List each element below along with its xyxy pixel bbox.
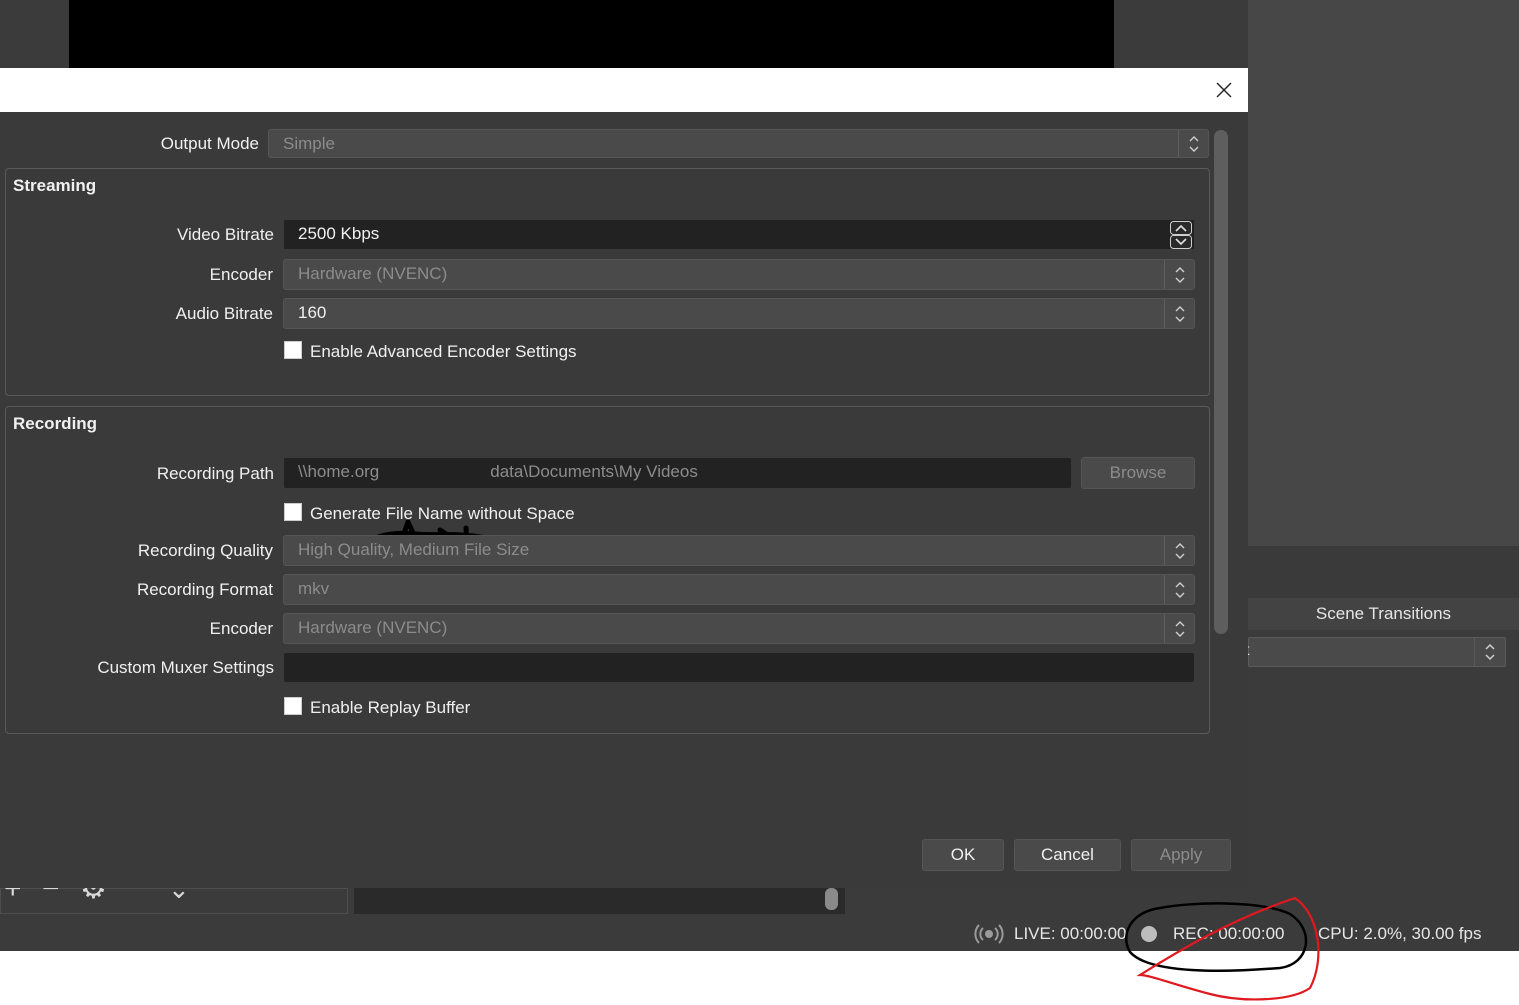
spinner-arrows-icon — [1170, 221, 1192, 249]
streaming-group-title: Streaming — [13, 176, 97, 195]
output-mode-select[interactable]: Simple — [268, 129, 1209, 158]
recording-quality-value: High Quality, Medium File Size — [298, 540, 530, 559]
recording-encoder-value: Hardware (NVENC) — [298, 618, 448, 637]
recording-quality-label: Recording Quality — [137, 541, 273, 560]
recording-format-select[interactable]: mkv — [283, 574, 1195, 605]
right-panel-dock — [1248, 546, 1519, 598]
advanced-encoder-label: Enable Advanced Encoder Settings — [310, 342, 577, 361]
streaming-encoder-label: Encoder — [209, 265, 273, 284]
live-broadcast-icon — [974, 924, 1004, 944]
custom-muxer-input[interactable] — [283, 652, 1195, 683]
chevron-updown-icon — [1189, 136, 1199, 152]
transition-select-spin[interactable] — [1474, 638, 1505, 666]
transition-select[interactable]: t — [1245, 637, 1506, 667]
recording-format-spin[interactable] — [1164, 575, 1194, 604]
chevron-updown-icon — [1175, 543, 1185, 559]
apply-button[interactable]: Apply — [1131, 839, 1231, 871]
generate-filename-label: Generate File Name without Space — [310, 504, 575, 523]
recording-quality-spin[interactable] — [1164, 536, 1194, 565]
audio-mixer — [354, 888, 845, 914]
recording-encoder-select[interactable]: Hardware (NVENC) — [283, 613, 1195, 644]
settings-dialog: Output Mode Simple Streaming Video Bitra… — [0, 68, 1248, 888]
dialog-titlebar — [0, 68, 1248, 112]
video-bitrate-value: 2500 Kbps — [298, 224, 380, 243]
recording-path-label: Recording Path — [156, 464, 274, 483]
ok-button[interactable]: OK — [922, 839, 1004, 871]
recording-encoder-spin[interactable] — [1164, 614, 1194, 643]
streaming-encoder-spin[interactable] — [1164, 260, 1194, 289]
chevron-updown-icon — [1175, 582, 1185, 598]
recording-quality-select[interactable]: High Quality, Medium File Size — [283, 535, 1195, 566]
audio-bitrate-value: 160 — [298, 303, 327, 322]
dialog-scrollbar-thumb[interactable] — [1214, 130, 1228, 634]
recording-path-end: data\Documents\My Videos — [490, 462, 698, 481]
video-bitrate-input[interactable]: 2500 Kbps — [283, 219, 1195, 250]
scene-transitions-header: Scene Transitions — [1248, 598, 1519, 630]
replay-buffer-checkbox[interactable] — [284, 697, 302, 715]
recording-group: Recording — [5, 406, 1210, 734]
cpu-usage: CPU: 2.0%, 30.00 fps — [1318, 924, 1482, 943]
custom-muxer-label: Custom Muxer Settings — [97, 658, 274, 677]
audio-bitrate-select[interactable]: 160 — [283, 298, 1195, 329]
recording-path-start: \\home.org — [298, 462, 380, 481]
audio-bitrate-spin[interactable] — [1164, 299, 1194, 328]
right-panel — [1248, 0, 1519, 546]
streaming-encoder-value: Hardware (NVENC) — [298, 264, 448, 283]
chevron-updown-icon — [1175, 621, 1185, 637]
cancel-button[interactable]: Cancel — [1014, 839, 1121, 871]
close-button[interactable] — [1202, 68, 1246, 112]
recording-format-value: mkv — [298, 579, 330, 598]
recording-encoder-label: Encoder — [209, 619, 273, 638]
chevron-updown-icon — [1175, 306, 1185, 322]
streaming-encoder-select[interactable]: Hardware (NVENC) — [283, 259, 1195, 290]
preview-canvas — [69, 0, 1114, 68]
live-timer: LIVE: 00:00:00 — [1014, 924, 1127, 943]
browse-button[interactable]: Browse — [1081, 457, 1195, 489]
chevron-updown-icon — [1175, 267, 1185, 283]
chevron-updown-icon — [1485, 643, 1495, 661]
generate-filename-checkbox[interactable] — [284, 503, 302, 521]
mixer-scrollbar[interactable] — [825, 888, 838, 910]
output-mode-spin[interactable] — [1178, 130, 1208, 157]
recording-format-label: Recording Format — [136, 580, 273, 599]
recording-path-input[interactable]: \\home.org data\Documents\My Videos — [283, 457, 1072, 489]
recording-group-title: Recording — [13, 414, 98, 433]
output-mode-value: Simple — [283, 134, 335, 153]
annotation-scribble-circles — [1125, 896, 1320, 1001]
video-bitrate-label: Video Bitrate — [176, 225, 274, 244]
output-mode-label: Output Mode — [160, 134, 259, 153]
replay-buffer-label: Enable Replay Buffer — [310, 698, 471, 717]
audio-bitrate-label: Audio Bitrate — [175, 304, 273, 323]
video-bitrate-spinner[interactable] — [1170, 221, 1192, 249]
advanced-encoder-checkbox[interactable] — [284, 341, 302, 359]
close-icon — [1216, 82, 1232, 98]
